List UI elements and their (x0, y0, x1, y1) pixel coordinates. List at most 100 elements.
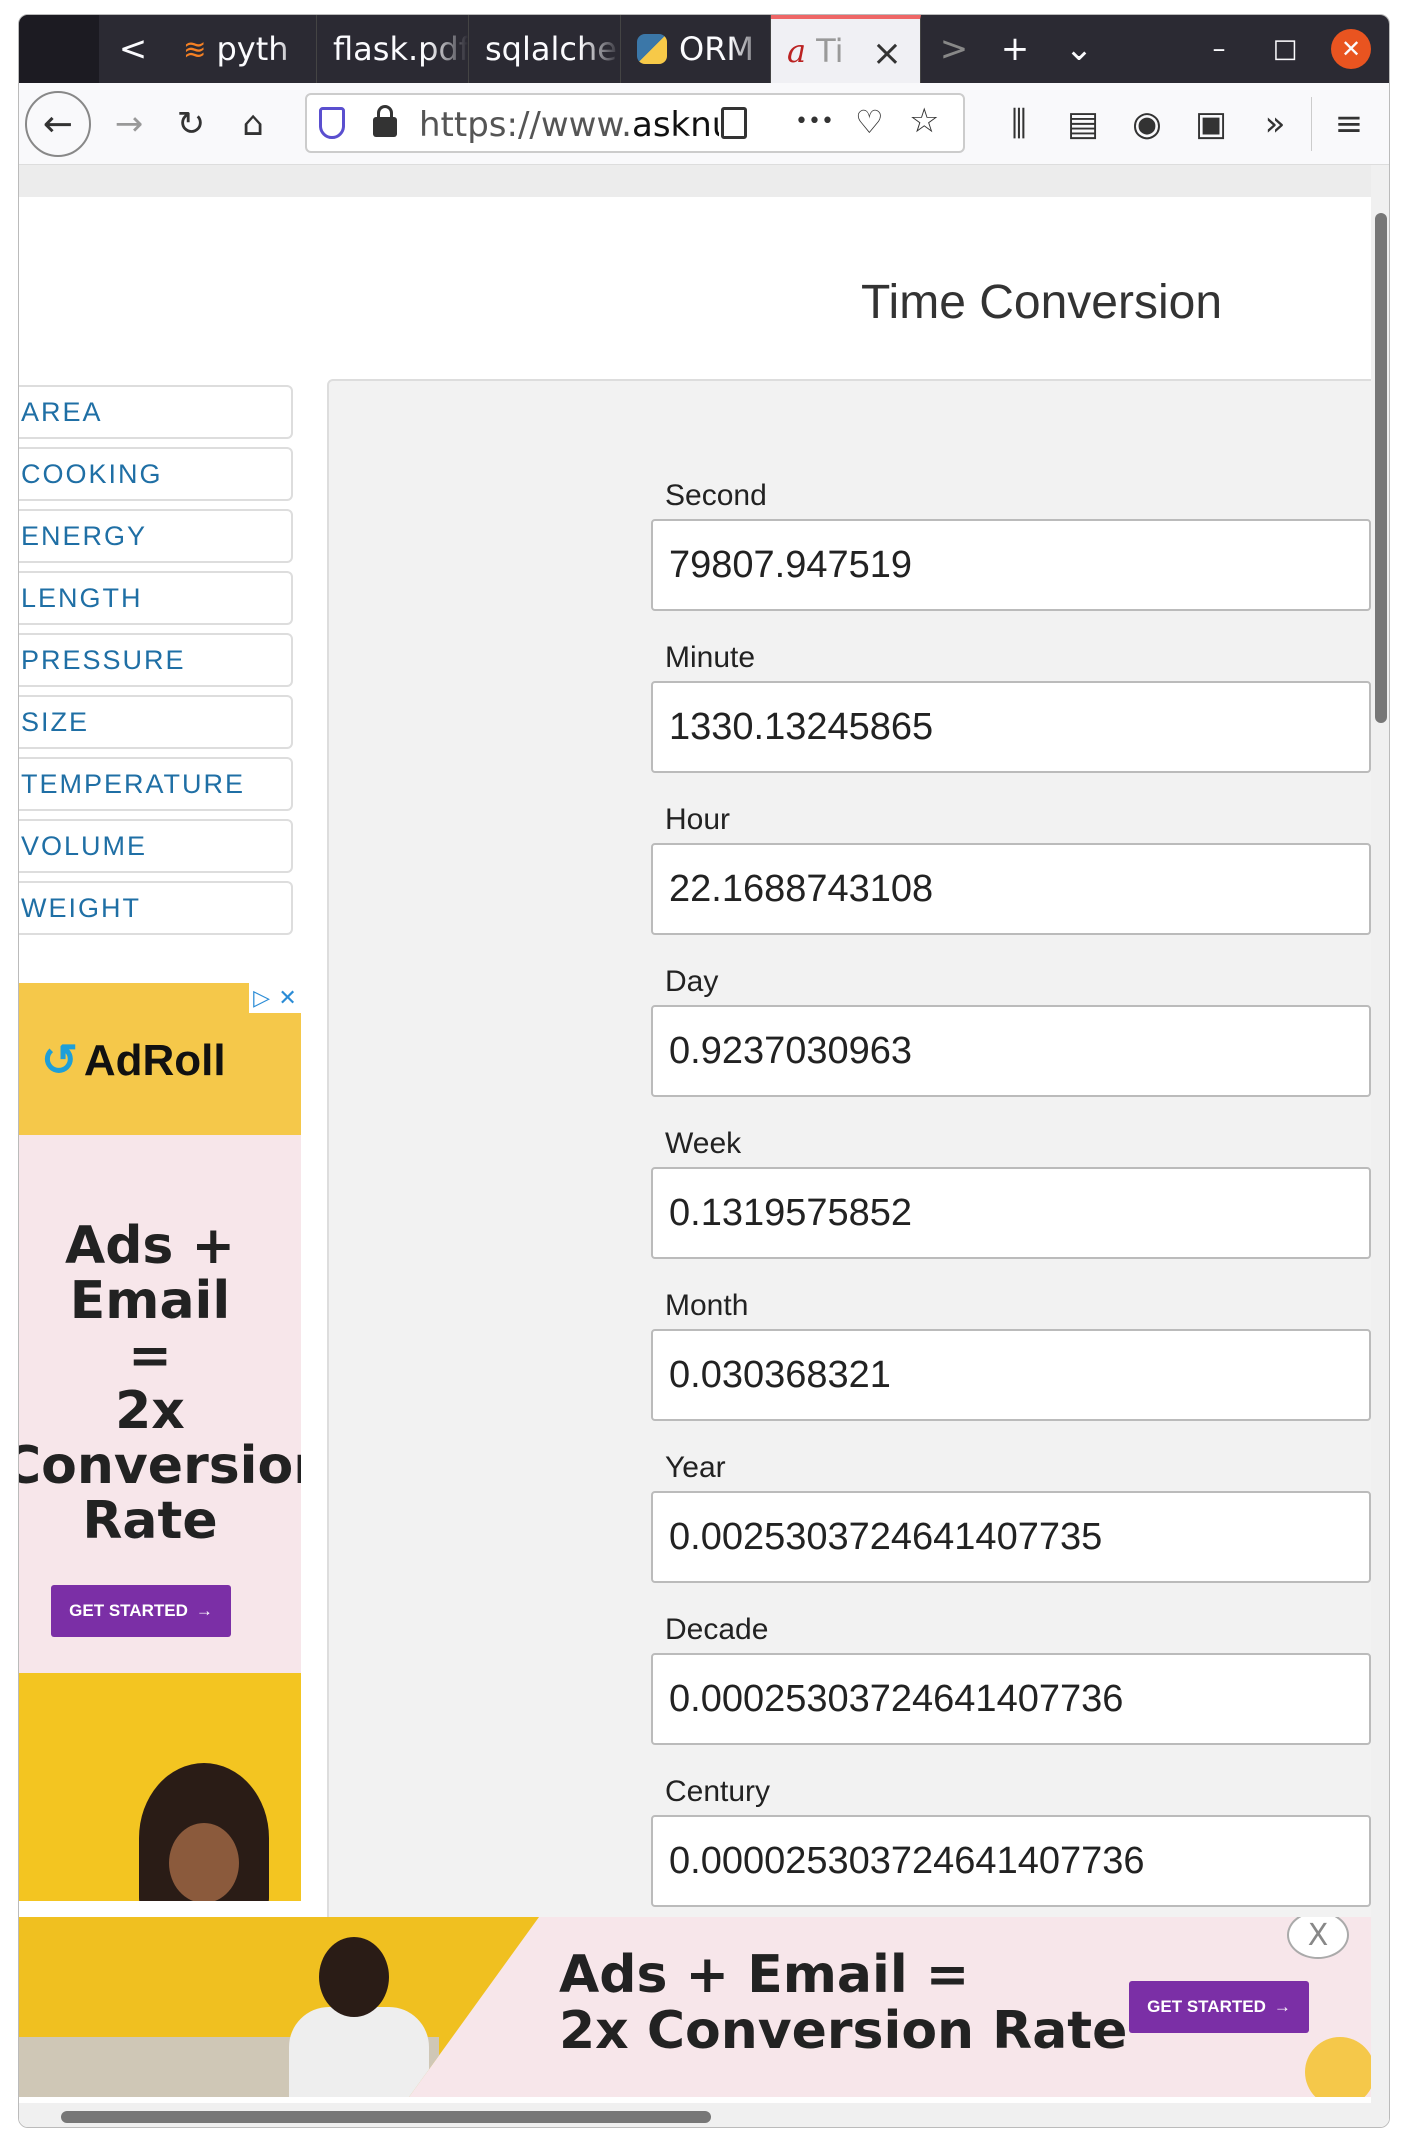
vertical-scrollbar-thumb[interactable] (1375, 213, 1387, 723)
menu-item-temperature[interactable]: TEMPERATURE (19, 757, 293, 811)
tab-sqlalchemy[interactable]: sqlalche (469, 15, 621, 83)
navigation-bar: ← → ↻ ⌂ https://www.asknum ••• ♡ ☆ ⫼ ▤ ◉… (19, 83, 1389, 165)
ad-headline-line: Conversion (19, 1436, 301, 1496)
tab-close-icon[interactable]: × (872, 33, 902, 74)
account-icon[interactable]: ◉ (1119, 93, 1175, 155)
home-icon[interactable]: ⌂ (225, 93, 281, 155)
forward-button-icon[interactable]: → (101, 93, 157, 155)
asknumbers-icon: a (787, 32, 807, 70)
menu-item-weight[interactable]: WEIGHT (19, 881, 293, 935)
century-input[interactable]: 0.000025303724641407736 (651, 1815, 1371, 1907)
new-tab-icon[interactable]: + (985, 15, 1045, 83)
decade-input[interactable]: 0.00025303724641407736 (651, 1653, 1371, 1745)
bottom-ad-corner-logo (1305, 2037, 1371, 2097)
tab-orm[interactable]: ORM (621, 15, 771, 83)
field-label-month: Month (665, 1289, 749, 1322)
minimize-icon[interactable]: – (1189, 15, 1249, 83)
hour-input[interactable]: 22.1688743108 (651, 843, 1371, 935)
tab-scroll-right-icon[interactable]: > (929, 15, 979, 83)
tab-list-icon[interactable]: ⌄ (1049, 15, 1109, 83)
bottom-ad-person (289, 2007, 429, 2097)
menu-item-cooking[interactable]: COOKING (19, 447, 293, 501)
ad-get-started-button[interactable]: GET STARTED → (51, 1585, 231, 1637)
adchoices-icon[interactable]: ▷ ✕ (249, 983, 301, 1013)
bottom-ad-photo (19, 1917, 539, 2097)
field-label-hour: Hour (665, 803, 731, 836)
field-label-decade: Decade (665, 1613, 769, 1646)
web-page: Time Conversion AREA COOKING ENERGY LENG… (19, 165, 1389, 2127)
ad-photo-face (169, 1823, 239, 1901)
ad-headline-line: = (128, 1326, 172, 1386)
tracking-shield-icon[interactable] (319, 107, 345, 139)
bookmark-star-icon[interactable]: ☆ (909, 101, 939, 141)
bottom-ad-close-icon[interactable]: X (1287, 1917, 1349, 1959)
ad-headline-line: 2x (115, 1381, 185, 1441)
close-window-icon[interactable]: ✕ (1331, 29, 1371, 69)
ad-photo (19, 1673, 301, 1901)
ad-headline-line: Rate (82, 1491, 218, 1551)
field-label-day: Day (665, 965, 719, 998)
pocket-icon[interactable]: ♡ (855, 103, 884, 141)
field-label-minute: Minute (665, 641, 756, 674)
reader-view-icon[interactable] (721, 107, 747, 139)
converter-panel: Second 79807.947519 Minute 1330.13245865… (327, 379, 1387, 1999)
ad-headline: Ads + Email = 2x Conversion Rate (19, 1216, 301, 1551)
arrow-right-icon: → (195, 1601, 213, 1620)
menu-item-energy[interactable]: ENERGY (19, 509, 293, 563)
back-button-icon[interactable]: ← (25, 91, 91, 157)
tab-python[interactable]: ≋ pyth (167, 15, 317, 83)
lock-shackle-icon (377, 105, 393, 121)
horizontal-scrollbar[interactable] (19, 2103, 1371, 2127)
menu-item-volume[interactable]: VOLUME (19, 819, 293, 873)
tab-scroll-left-icon[interactable]: < (103, 15, 163, 83)
second-input[interactable]: 79807.947519 (651, 519, 1371, 611)
hamburger-menu-icon[interactable]: ≡ (1321, 93, 1377, 155)
overflow-menu-icon[interactable]: » (1247, 93, 1303, 155)
menu-item-length[interactable]: LENGTH (19, 571, 293, 625)
day-input[interactable]: 0.9237030963 (651, 1005, 1371, 1097)
pdf-extension-icon[interactable]: ▣ (1183, 93, 1239, 155)
ad-brand: AdRoll (83, 1035, 226, 1085)
bottom-advertisement[interactable]: Ads + Email = 2x Conversion Rate GET STA… (19, 1917, 1371, 2097)
field-label-week: Week (665, 1127, 742, 1160)
tab-label: Ti (816, 32, 844, 70)
menu-item-size[interactable]: SIZE (19, 695, 293, 749)
menu-item-area[interactable]: AREA (19, 385, 293, 439)
url-bar[interactable]: https://www.asknum ••• ♡ ☆ (305, 93, 965, 153)
week-input[interactable]: 0.1319575852 (651, 1167, 1371, 1259)
menu-item-pressure[interactable]: PRESSURE (19, 633, 293, 687)
horizontal-scrollbar-thumb[interactable] (61, 2111, 711, 2123)
url-prefix: https://www. (419, 105, 632, 145)
tab-time-conversion[interactable]: a Ti × (771, 15, 921, 83)
bottom-ad-headline-line: 2x Conversion Rate (559, 2001, 1128, 2061)
stackoverflow-icon: ≋ (183, 32, 207, 66)
url-host: asknum (631, 105, 719, 145)
bottom-ad-headline-line: Ads + Email = (559, 1945, 970, 2005)
ad-cta-label: GET STARTED (69, 1601, 188, 1620)
bottom-ad-get-started-button[interactable]: GET STARTED → (1129, 1981, 1309, 2033)
adroll-logo: ↺ AdRoll (41, 1035, 226, 1086)
field-label-year: Year (665, 1451, 726, 1484)
side-advertisement[interactable]: ▷✕ ↺ AdRoll Ads + Email = 2x Conversion … (19, 983, 301, 1901)
maximize-icon[interactable]: □ (1255, 15, 1315, 83)
arrow-right-icon: → (1273, 1997, 1291, 2016)
url-text[interactable]: https://www.asknum (419, 105, 719, 145)
tab-flask-pdf[interactable]: flask.pdf (317, 15, 469, 83)
more-actions-icon[interactable]: ••• (795, 109, 834, 134)
ad-headline-line: Ads + (64, 1216, 236, 1276)
bottom-ad-person-head (319, 1937, 389, 2017)
minute-input[interactable]: 1330.13245865 (651, 681, 1371, 773)
library-icon[interactable]: ⫼ (991, 93, 1047, 155)
tab-bar-spacer (19, 15, 99, 83)
page-title: Time Conversion (861, 276, 1223, 329)
vertical-scrollbar[interactable] (1371, 165, 1389, 2127)
ad-headline-line: Email (69, 1271, 231, 1331)
sidebar-icon[interactable]: ▤ (1055, 93, 1111, 155)
field-label-second: Second (665, 479, 767, 512)
month-input[interactable]: 0.030368321 (651, 1329, 1371, 1421)
year-input[interactable]: 0.0025303724641407735 (651, 1491, 1371, 1583)
bottom-ad-cta-label: GET STARTED (1147, 1997, 1266, 2016)
reload-icon[interactable]: ↻ (163, 93, 219, 155)
bottom-ad-headline: Ads + Email = 2x Conversion Rate (559, 1947, 1127, 2059)
page-top-strip (19, 165, 1371, 197)
